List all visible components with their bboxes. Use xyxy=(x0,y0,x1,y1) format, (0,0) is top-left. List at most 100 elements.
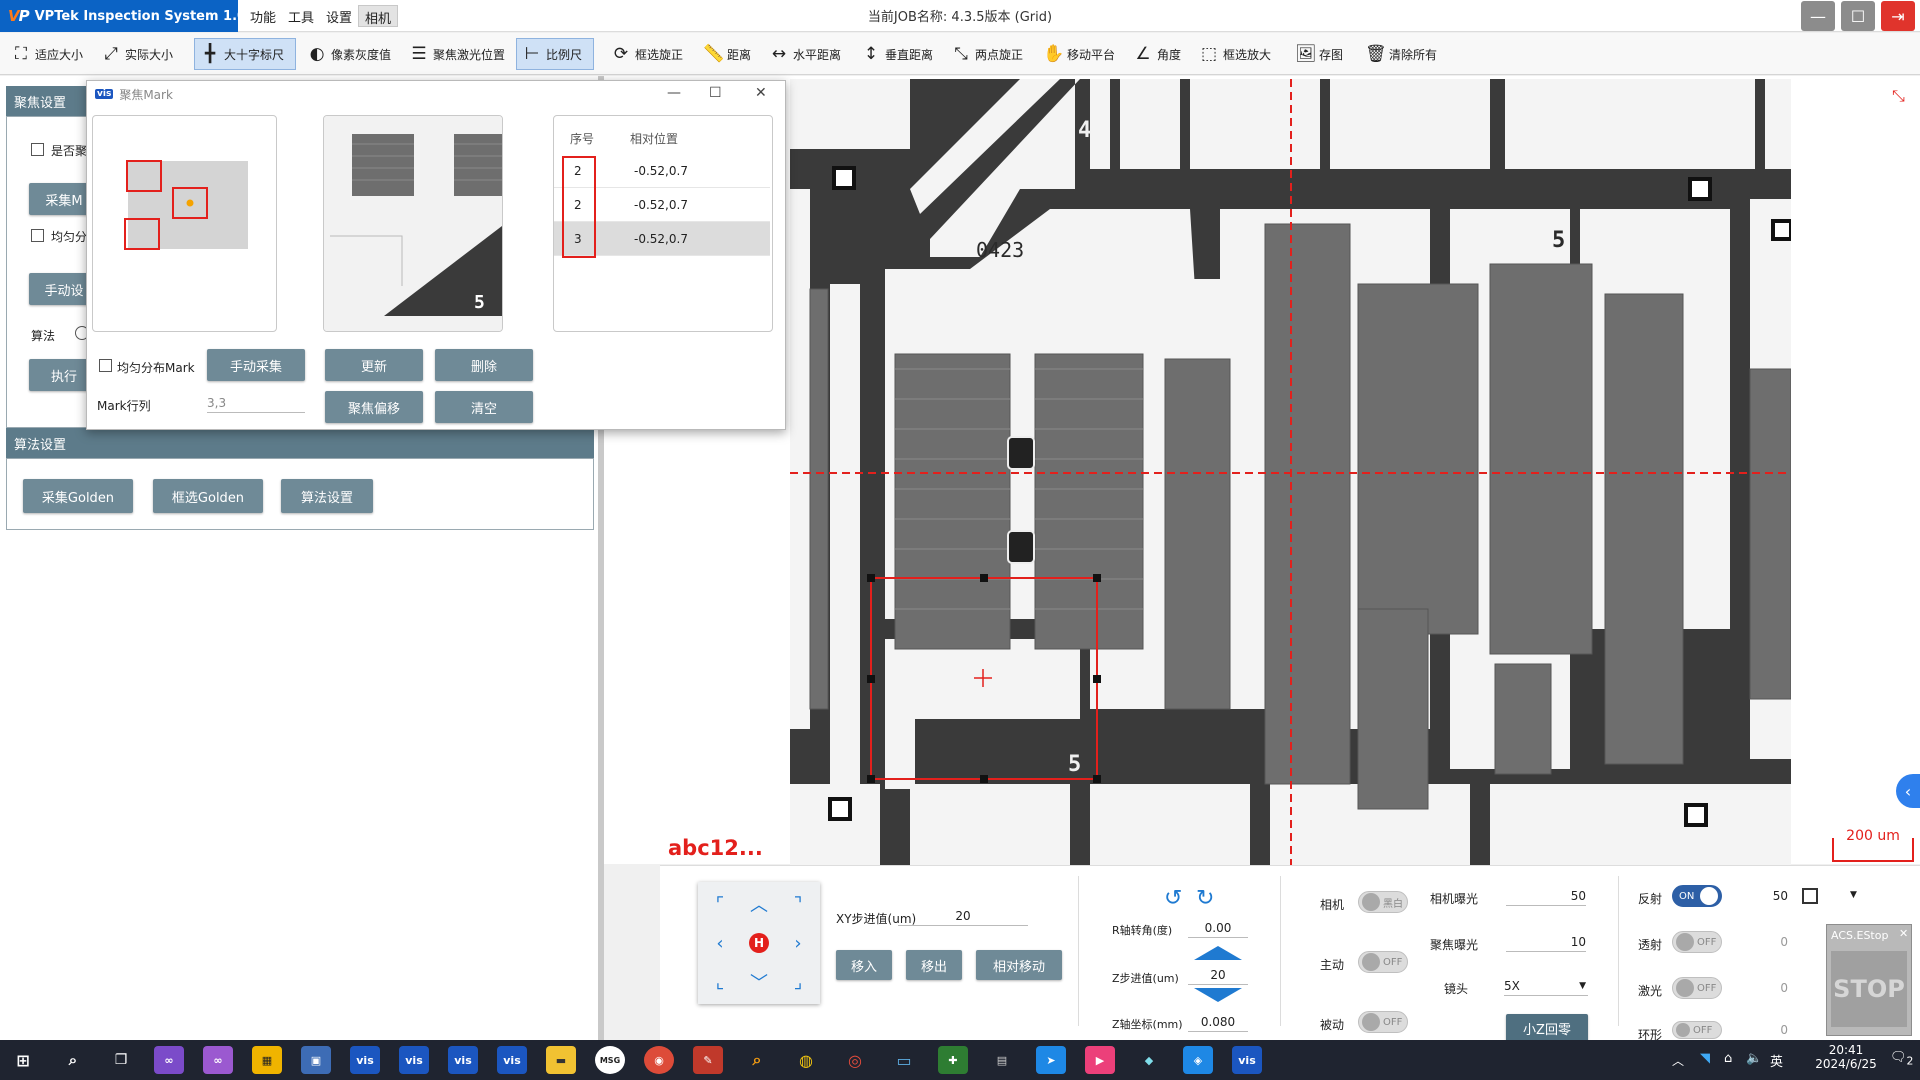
laser-value[interactable]: 0 xyxy=(1724,978,1788,998)
relative-move-button[interactable]: 相对移动 xyxy=(976,950,1062,980)
transmit-value[interactable]: 0 xyxy=(1724,932,1788,952)
app-icon[interactable]: ✎ xyxy=(693,1046,723,1074)
tool-clear-all[interactable]: 🗑 清除所有 xyxy=(1360,38,1442,70)
estop-close-icon[interactable]: ✕ xyxy=(1899,927,1908,940)
tool-angle[interactable]: ∠ 角度 xyxy=(1128,38,1186,70)
passive-toggle[interactable]: OFF xyxy=(1358,1011,1408,1033)
focus-offset-button[interactable]: 聚焦偏移 xyxy=(325,391,423,423)
vis-app-icon[interactable]: vis xyxy=(448,1046,478,1074)
app-icon[interactable]: ▤ xyxy=(987,1046,1017,1074)
delete-button[interactable]: 删除 xyxy=(435,349,533,381)
mark-layout-pane[interactable] xyxy=(92,115,277,332)
tray-chevron-up-icon[interactable]: ︿ xyxy=(1672,1052,1684,1069)
small-z-home-button[interactable]: 小Z回零 xyxy=(1506,1014,1588,1042)
photos-app-icon[interactable]: ▦ xyxy=(252,1046,282,1074)
app-icon[interactable]: ▭ xyxy=(889,1046,919,1074)
ring-toggle[interactable]: OFF xyxy=(1672,1021,1722,1039)
windows-start-icon[interactable]: ⊞ xyxy=(8,1046,38,1074)
tool-vertical-distance[interactable]: ↕ 垂直距离 xyxy=(856,38,938,70)
transmit-toggle[interactable]: OFF xyxy=(1672,931,1722,953)
app-icon[interactable]: ▶ xyxy=(1085,1046,1115,1074)
app-icon[interactable]: ➤ xyxy=(1036,1046,1066,1074)
camera-exposure-input[interactable]: 50 xyxy=(1506,886,1586,906)
tool-move-stage[interactable]: ✋ 移动平台 xyxy=(1038,38,1120,70)
app-icon[interactable]: ▣ xyxy=(301,1046,331,1074)
network-icon[interactable]: ⌂ xyxy=(1724,1051,1732,1066)
tool-laser-focus[interactable]: ☰ 聚焦激光位置 xyxy=(404,38,510,70)
exit-button[interactable]: ⇥ xyxy=(1881,1,1915,31)
move-out-button[interactable]: 移出 xyxy=(906,950,962,980)
jog-down-button[interactable]: ﹀ xyxy=(741,964,777,1000)
select-golden-button[interactable]: 框选Golden xyxy=(153,479,263,513)
jog-up-button[interactable]: ︿ xyxy=(741,886,777,922)
algorithm-settings-button[interactable]: 算法设置 xyxy=(281,479,373,513)
tool-two-point-rotate[interactable]: ⤡ 两点旋正 xyxy=(946,38,1028,70)
home-button[interactable]: H xyxy=(749,933,769,953)
folder-icon[interactable]: ▬ xyxy=(546,1046,576,1074)
tool-box-zoom[interactable]: ⬚ 框选放大 xyxy=(1194,38,1276,70)
dialog-close-icon[interactable]: ✕ xyxy=(755,85,767,101)
app-icon[interactable]: ◎ xyxy=(840,1046,870,1074)
z-up-arrow-icon[interactable] xyxy=(1194,946,1242,960)
tool-horizontal-distance[interactable]: ↔ 水平距离 xyxy=(764,38,846,70)
dialog-maximize-icon[interactable]: ☐ xyxy=(709,85,722,101)
rotate-cw-icon[interactable]: ↻ xyxy=(1196,886,1214,911)
tray-app-icon[interactable]: ◥ xyxy=(1700,1051,1710,1066)
rotate-ccw-icon[interactable]: ↺ xyxy=(1164,886,1182,911)
laser-toggle[interactable]: OFF xyxy=(1672,977,1722,999)
minimize-button[interactable]: — xyxy=(1801,1,1835,31)
task-view-icon[interactable]: ❐ xyxy=(106,1046,136,1074)
jog-right-button[interactable]: › xyxy=(780,925,816,961)
dropdown-arrow-icon[interactable]: ▼ xyxy=(1850,890,1857,900)
app-icon[interactable]: ◈ xyxy=(1183,1046,1213,1074)
focus-exposure-input[interactable]: 10 xyxy=(1506,932,1586,952)
search-icon[interactable]: ⌕ xyxy=(58,1046,88,1074)
z-down-arrow-icon[interactable] xyxy=(1194,988,1242,1002)
vis-app-icon[interactable]: vis xyxy=(497,1046,527,1074)
chrome-icon[interactable]: ◉ xyxy=(644,1046,674,1074)
vis-app-icon[interactable]: vis xyxy=(399,1046,429,1074)
taskbar-clock[interactable]: 20:41 2024/6/25 xyxy=(1808,1043,1884,1071)
maximize-button[interactable]: ☐ xyxy=(1841,1,1875,31)
z-step-input[interactable]: 20 xyxy=(1188,965,1248,985)
reflect-value[interactable]: 50 xyxy=(1724,886,1788,906)
reflect-toggle[interactable]: ON xyxy=(1672,885,1722,907)
update-button[interactable]: 更新 xyxy=(325,349,423,381)
clear-button[interactable]: 清空 xyxy=(435,391,533,423)
jog-up-left-button[interactable]: ⌜ xyxy=(702,886,738,922)
tool-fit-size[interactable]: ⛶ 适应大小 xyxy=(6,38,88,70)
search-app-icon[interactable]: ⌕ xyxy=(742,1046,772,1074)
app-icon[interactable]: ◆ xyxy=(1134,1046,1164,1074)
volume-icon[interactable]: 🔈 xyxy=(1746,1051,1762,1066)
tool-pixel-gray[interactable]: ◐ 像素灰度值 xyxy=(302,38,396,70)
camera-toggle[interactable]: 黑白 xyxy=(1358,891,1408,913)
xy-step-input[interactable]: 20 xyxy=(898,906,1028,926)
visual-studio-icon[interactable]: ∞ xyxy=(154,1046,184,1074)
msg-app-icon[interactable]: MSG xyxy=(595,1046,625,1074)
dialog-minimize-icon[interactable]: — xyxy=(667,85,681,101)
jog-down-right-button[interactable]: ⌟ xyxy=(780,964,816,1000)
app-icon[interactable]: ✚ xyxy=(938,1046,968,1074)
tool-save-image[interactable]: 🖼 存图 xyxy=(1290,38,1348,70)
ime-indicator[interactable]: 英 xyxy=(1770,1051,1783,1070)
move-in-button[interactable]: 移入 xyxy=(836,950,892,980)
active-toggle[interactable]: OFF xyxy=(1358,951,1408,973)
visual-studio-icon[interactable]: ∞ xyxy=(203,1046,233,1074)
tool-actual-size[interactable]: ⤢ 实际大小 xyxy=(96,38,178,70)
mark-rows-input[interactable]: 3,3 xyxy=(207,393,305,413)
manual-collect-button[interactable]: 手动采集 xyxy=(207,349,305,381)
tool-distance[interactable]: 📏 距离 xyxy=(698,38,756,70)
tool-scale-bar[interactable]: ⊢ 比例尺 xyxy=(516,38,594,70)
focus-enable-checkbox[interactable] xyxy=(31,143,44,156)
uniform-checkbox[interactable] xyxy=(31,229,44,242)
tool-box-rotate[interactable]: ⟳ 框选旋正 xyxy=(606,38,688,70)
jog-left-button[interactable]: ‹ xyxy=(702,925,738,961)
jog-down-left-button[interactable]: ⌞ xyxy=(702,964,738,1000)
expand-icon[interactable]: ⤡ xyxy=(1892,86,1905,106)
notification-icon[interactable]: 🗨2 xyxy=(1890,1050,1913,1068)
vis-app-icon[interactable]: vis xyxy=(350,1046,380,1074)
app-icon[interactable]: ◍ xyxy=(791,1046,821,1074)
reflect-color-swatch[interactable] xyxy=(1802,888,1818,904)
vis-app-icon[interactable]: vis xyxy=(1232,1046,1262,1074)
estop-button[interactable]: STOP xyxy=(1831,951,1907,1027)
